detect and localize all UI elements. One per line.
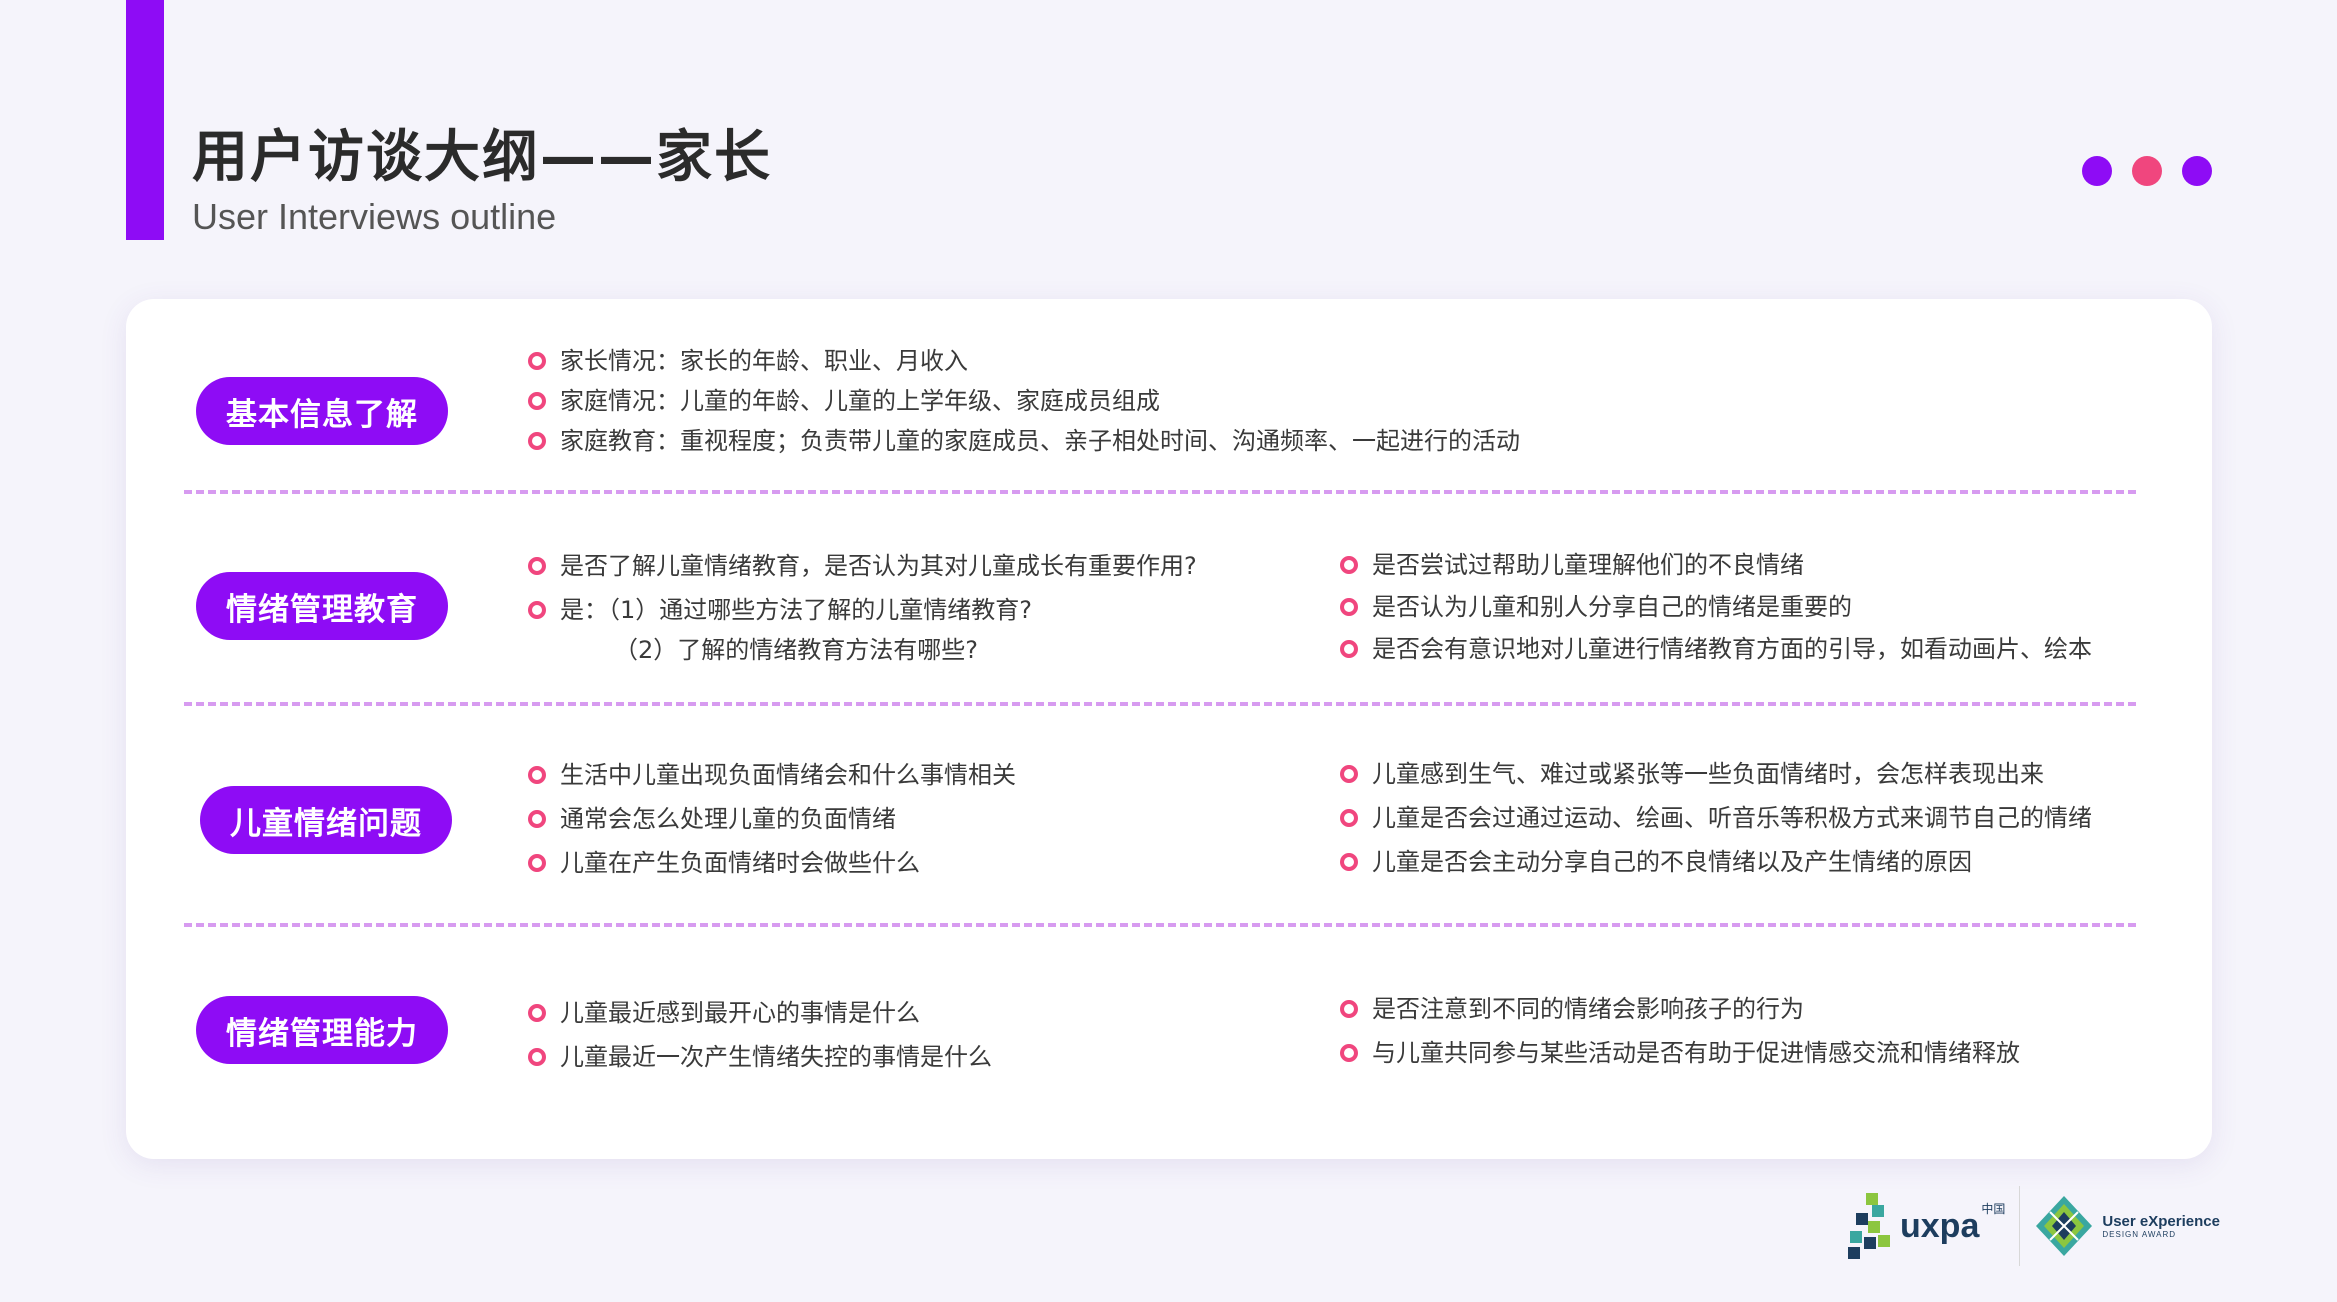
ux-award-line1: User eXperience — [2102, 1212, 2220, 1230]
bullet-icon — [528, 352, 546, 370]
list-item: 儿童在产生负面情绪时会做些什么 — [528, 841, 1016, 885]
section-divider — [184, 490, 2136, 494]
child-emotion-right-list: 儿童感到生气、难过或紧张等一些负面情绪时，会怎样表现出来 儿童是否会过通过运动、… — [1340, 752, 2092, 884]
list-item: 家庭情况：儿童的年龄、儿童的上学年级、家庭成员组成 — [528, 381, 1520, 421]
emotion-education-left-list: 是否了解儿童情绪教育，是否认为其对儿童成长有重要作用? 是：（1）通过哪些方法了… — [528, 544, 1197, 632]
list-item-text: 是否了解儿童情绪教育，是否认为其对儿童成长有重要作用? — [560, 552, 1197, 580]
list-item-text: 是否尝试过帮助儿童理解他们的不良情绪 — [1372, 551, 1804, 579]
emotion-ability-right-list: 是否注意到不同的情绪会影响孩子的行为 与儿童共同参与某些活动是否有助于促进情感交… — [1340, 987, 2020, 1075]
bullet-icon — [528, 1004, 546, 1022]
section-label-emotion-education: 情绪管理教育 — [196, 572, 448, 640]
list-item: 儿童感到生气、难过或紧张等一些负面情绪时，会怎样表现出来 — [1340, 752, 2092, 796]
list-item-text: 是否认为儿童和别人分享自己的情绪是重要的 — [1372, 593, 1852, 621]
logo-separator — [2019, 1186, 2021, 1266]
bullet-icon — [528, 810, 546, 828]
list-item-text: 与儿童共同参与某些活动是否有助于促进情感交流和情绪释放 — [1372, 1039, 2020, 1067]
list-item-continuation: （2）了解的情绪教育方法有哪些? — [614, 636, 979, 664]
bullet-icon — [528, 766, 546, 784]
list-item-text: 是否会有意识地对儿童进行情绪教育方面的引导，如看动画片、绘本 — [1372, 635, 2092, 663]
emotion-ability-left-list: 儿童最近感到最开心的事情是什么 儿童最近一次产生情绪失控的事情是什么 — [528, 991, 992, 1079]
list-item: 与儿童共同参与某些活动是否有助于促进情感交流和情绪释放 — [1340, 1031, 2020, 1075]
section-label-basic-info: 基本信息了解 — [196, 377, 448, 445]
list-item-text: 儿童最近感到最开心的事情是什么 — [560, 999, 920, 1027]
list-item-text: 家长情况：家长的年龄、职业、月收入 — [560, 347, 968, 375]
dot-pink — [2132, 156, 2162, 186]
bullet-icon — [1340, 556, 1358, 574]
bullet-icon — [528, 601, 546, 619]
list-item-text: 是否注意到不同的情绪会影响孩子的行为 — [1372, 995, 1804, 1023]
footer-logos: uxpa 中国 User eXperience DESIGN AWARD — [1846, 1186, 2220, 1266]
list-item-text: 生活中儿童出现负面情绪会和什么事情相关 — [560, 761, 1016, 789]
list-item-text: 儿童是否会主动分享自己的不良情绪以及产生情绪的原因 — [1372, 848, 1972, 876]
ux-award-line2: DESIGN AWARD — [2102, 1229, 2177, 1239]
bullet-icon — [528, 392, 546, 410]
page-title: 用户访谈大纲——家长 — [192, 125, 772, 190]
bullet-icon — [528, 1048, 546, 1066]
ux-award-logo-text: User eXperience DESIGN AWARD — [2102, 1214, 2220, 1239]
list-item: 是否会有意识地对儿童进行情绪教育方面的引导，如看动画片、绘本 — [1340, 628, 2092, 670]
page-subtitle: User Interviews outline — [192, 196, 557, 237]
list-item-text: 家庭情况：儿童的年龄、儿童的上学年级、家庭成员组成 — [560, 387, 1160, 415]
list-item-text: 儿童感到生气、难过或紧张等一些负面情绪时，会怎样表现出来 — [1372, 760, 2044, 788]
list-item: 家庭教育：重视程度；负责带儿童的家庭成员、亲子相处时间、沟通频率、一起进行的活动 — [528, 421, 1520, 461]
list-item: 儿童最近感到最开心的事情是什么 — [528, 991, 992, 1035]
decorative-dots — [2082, 156, 2212, 186]
uxpa-logo-text: uxpa — [1900, 1206, 1980, 1245]
uxpa-logo: uxpa 中国 — [1846, 1191, 2005, 1261]
accent-bar — [126, 0, 164, 240]
uxpa-logo-cn: 中国 — [1981, 1201, 2006, 1216]
child-emotion-left-list: 生活中儿童出现负面情绪会和什么事情相关 通常会怎么处理儿童的负面情绪 儿童在产生… — [528, 753, 1016, 885]
bullet-icon — [1340, 809, 1358, 827]
list-item-text: 儿童最近一次产生情绪失控的事情是什么 — [560, 1043, 992, 1071]
list-item: 是否注意到不同的情绪会影响孩子的行为 — [1340, 987, 2020, 1031]
bullet-icon — [1340, 765, 1358, 783]
basic-info-list: 家长情况：家长的年龄、职业、月收入 家庭情况：儿童的年龄、儿童的上学年级、家庭成… — [528, 341, 1520, 461]
emotion-education-right-list: 是否尝试过帮助儿童理解他们的不良情绪 是否认为儿童和别人分享自己的情绪是重要的 … — [1340, 544, 2092, 670]
outline-card: 基本信息了解 家长情况：家长的年龄、职业、月收入 家庭情况：儿童的年龄、儿童的上… — [126, 299, 2212, 1159]
bullet-icon — [1340, 640, 1358, 658]
bullet-icon — [528, 854, 546, 872]
bullet-icon — [1340, 853, 1358, 871]
list-item: 是否了解儿童情绪教育，是否认为其对儿童成长有重要作用? — [528, 544, 1197, 588]
bullet-icon — [528, 432, 546, 450]
list-item-text: 家庭教育：重视程度；负责带儿童的家庭成员、亲子相处时间、沟通频率、一起进行的活动 — [560, 427, 1520, 455]
list-item: 家长情况：家长的年龄、职业、月收入 — [528, 341, 1520, 381]
list-item: 通常会怎么处理儿童的负面情绪 — [528, 797, 1016, 841]
list-item-text: 是：（1）通过哪些方法了解的儿童情绪教育? — [560, 596, 1033, 624]
ux-award-logo: User eXperience DESIGN AWARD — [2034, 1194, 2220, 1258]
list-item-text: 通常会怎么处理儿童的负面情绪 — [560, 805, 896, 833]
section-divider — [184, 923, 2136, 927]
dot-purple-1 — [2082, 156, 2112, 186]
bullet-icon — [528, 557, 546, 575]
bullet-icon — [1340, 1000, 1358, 1018]
list-item: 生活中儿童出现负面情绪会和什么事情相关 — [528, 753, 1016, 797]
list-item: 是否认为儿童和别人分享自己的情绪是重要的 — [1340, 586, 2092, 628]
section-label-emotion-ability: 情绪管理能力 — [196, 996, 448, 1064]
list-item-text: 儿童是否会过通过运动、绘画、听音乐等积极方式来调节自己的情绪 — [1372, 804, 2092, 832]
uxpa-cubes-icon — [1848, 1193, 1890, 1259]
bullet-icon — [1340, 1044, 1358, 1062]
ux-award-diamond-icon — [2036, 1196, 2093, 1256]
bullet-icon — [1340, 598, 1358, 616]
list-item: 是否尝试过帮助儿童理解他们的不良情绪 — [1340, 544, 2092, 586]
list-item: 是：（1）通过哪些方法了解的儿童情绪教育? — [528, 588, 1197, 632]
section-divider — [184, 702, 2136, 706]
dot-purple-2 — [2182, 156, 2212, 186]
list-item: 儿童是否会主动分享自己的不良情绪以及产生情绪的原因 — [1340, 840, 2092, 884]
section-label-child-emotion: 儿童情绪问题 — [200, 786, 452, 854]
list-item: 儿童最近一次产生情绪失控的事情是什么 — [528, 1035, 992, 1079]
list-item: 儿童是否会过通过运动、绘画、听音乐等积极方式来调节自己的情绪 — [1340, 796, 2092, 840]
list-item-text: 儿童在产生负面情绪时会做些什么 — [560, 849, 920, 877]
